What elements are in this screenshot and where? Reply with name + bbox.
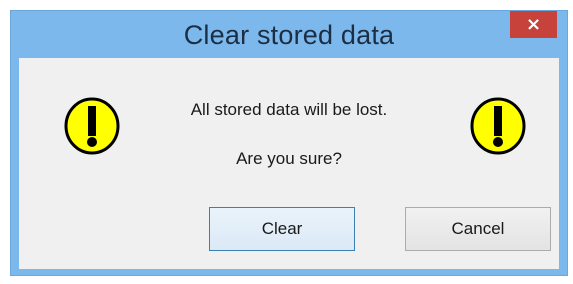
- confirm-dialog: Clear stored data × All stored data will…: [10, 10, 568, 276]
- close-button[interactable]: ×: [510, 11, 557, 38]
- clear-button[interactable]: Clear: [209, 207, 355, 251]
- warning-icon: [469, 97, 527, 155]
- title-bar[interactable]: Clear stored data ×: [11, 11, 567, 58]
- dialog-title: Clear stored data: [183, 20, 395, 50]
- cancel-button[interactable]: Cancel: [405, 207, 551, 251]
- dialog-body: All stored data will be lost. Are you su…: [19, 58, 559, 269]
- close-icon: ×: [525, 13, 542, 35]
